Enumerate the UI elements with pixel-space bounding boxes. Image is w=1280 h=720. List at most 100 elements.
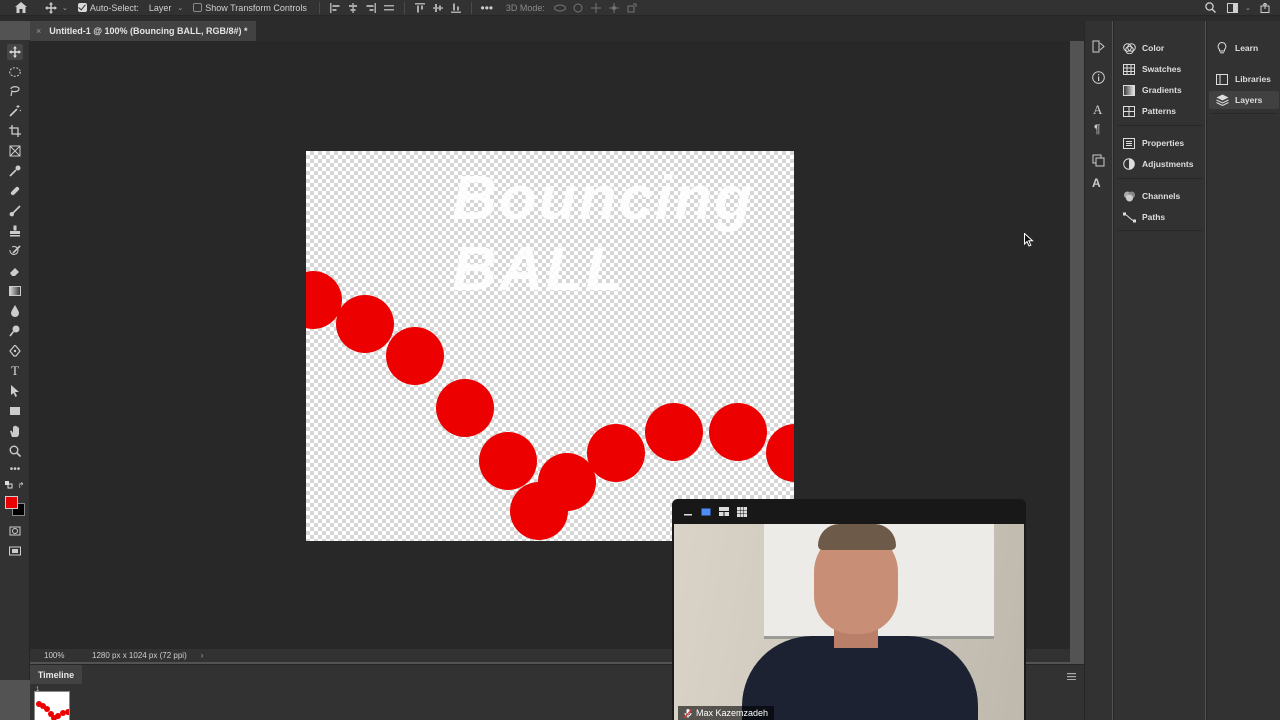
presenter-hair: [818, 524, 896, 550]
slide-3d-icon[interactable]: [605, 0, 623, 16]
learn-panel-tab[interactable]: Learn: [1215, 39, 1258, 57]
orbit-3d-icon[interactable]: [551, 0, 569, 16]
align-center-horizontal-icon[interactable]: [344, 0, 362, 16]
document-canvas[interactable]: Bouncing BALL: [306, 151, 794, 541]
video-call-window[interactable]: Max Kazemzadeh: [672, 499, 1026, 720]
gradients-panel-tab[interactable]: Gradients: [1122, 81, 1182, 99]
workspace-icon[interactable]: [1223, 0, 1241, 16]
color-wheel-icon: [1122, 41, 1136, 55]
gallery-view-icon[interactable]: [736, 506, 748, 518]
glyphs-panel-icon[interactable]: A: [1092, 176, 1101, 190]
zoom-tool-icon[interactable]: [7, 443, 23, 459]
quick-mask-icon[interactable]: [7, 523, 23, 539]
more-options-icon[interactable]: •••: [478, 0, 496, 16]
edit-toolbar-icon[interactable]: •••: [7, 461, 23, 477]
healing-brush-tool-icon[interactable]: [7, 183, 23, 199]
document-tab[interactable]: × Untitled-1 @ 100% (Bouncing BALL, RGB/…: [30, 21, 256, 41]
align-middle-icon[interactable]: [429, 0, 447, 16]
panel-group-divider: [1118, 125, 1202, 126]
timeline-tab[interactable]: Timeline: [30, 665, 82, 684]
minimize-icon[interactable]: [682, 506, 694, 518]
history-panel-icon[interactable]: [1092, 40, 1105, 56]
scale-3d-icon[interactable]: [623, 0, 641, 16]
character-panel-icon[interactable]: A: [1093, 102, 1102, 118]
brush-tool-icon[interactable]: [7, 203, 23, 219]
canvas-title-line-1: Bouncing: [452, 164, 754, 233]
history-brush-tool-icon[interactable]: [7, 243, 23, 259]
stamp-tool-icon[interactable]: [7, 223, 23, 239]
zoom-level[interactable]: 100%: [44, 651, 92, 660]
swatches-panel-tab[interactable]: Swatches: [1122, 60, 1181, 78]
patterns-grid-icon: [1122, 104, 1136, 118]
color-panel-tab[interactable]: Color: [1122, 39, 1164, 57]
show-transform-checkbox[interactable]: [193, 3, 203, 12]
crop-tool-icon[interactable]: [7, 123, 23, 139]
divider: [470, 1, 472, 14]
eraser-tool-icon[interactable]: [7, 263, 23, 279]
workspace-chevron-icon[interactable]: ⌄: [1245, 0, 1251, 16]
screen-mode-icon[interactable]: [7, 543, 23, 559]
hand-tool-icon[interactable]: [7, 423, 23, 439]
libraries-panel-label: Libraries: [1235, 74, 1271, 84]
patterns-panel-tab[interactable]: Patterns: [1122, 102, 1176, 120]
properties-panel-tab[interactable]: Properties: [1122, 134, 1184, 152]
frame-tool-icon[interactable]: [7, 143, 23, 159]
channels-panel-tab[interactable]: Channels: [1122, 187, 1180, 205]
default-colors-icon[interactable]: [4, 480, 14, 490]
show-transform-option[interactable]: Show Transform Controls: [193, 0, 307, 16]
pan-3d-icon[interactable]: [587, 0, 605, 16]
path-selection-tool-icon[interactable]: [7, 383, 23, 399]
adjustments-panel-tab[interactable]: Adjustments: [1122, 155, 1193, 173]
gradient-tool-icon[interactable]: [7, 283, 23, 299]
mouse-cursor-icon: [1024, 232, 1034, 250]
home-icon[interactable]: [12, 0, 30, 16]
auto-select-option[interactable]: Auto-Select:: [77, 0, 139, 16]
timeline-frame-thumbnail[interactable]: [34, 691, 70, 720]
eyedropper-tool-icon[interactable]: [7, 163, 23, 179]
timeline-frame-number: 1: [36, 687, 40, 693]
canvas-title-line-2: BALL: [452, 235, 626, 304]
swap-colors-icon[interactable]: ↱: [16, 480, 26, 490]
panel-menu-icon[interactable]: [1067, 671, 1076, 683]
align-bottom-icon[interactable]: [447, 0, 465, 16]
panel-column-2: Learn Libraries Layers: [1206, 21, 1280, 720]
dodge-tool-icon[interactable]: [7, 323, 23, 339]
align-right-icon[interactable]: [362, 0, 380, 16]
magic-wand-tool-icon[interactable]: [7, 103, 23, 119]
info-panel-icon[interactable]: [1092, 71, 1105, 87]
auto-select-checkbox[interactable]: [77, 3, 87, 12]
roll-3d-icon[interactable]: [569, 0, 587, 16]
speaker-view-icon[interactable]: [700, 506, 712, 518]
character-styles-icon[interactable]: [1092, 154, 1105, 170]
divider: [318, 1, 320, 14]
move-tool-icon[interactable]: [42, 0, 60, 16]
frame-thumbnail-preview: [36, 701, 69, 720]
pen-tool-icon[interactable]: [7, 343, 23, 359]
panel-group-divider: [1118, 178, 1202, 179]
layer-dropdown[interactable]: Layer ⌄: [145, 0, 187, 16]
properties-panel-label: Properties: [1142, 138, 1185, 148]
align-left-icon[interactable]: [326, 0, 344, 16]
status-menu-arrow-icon[interactable]: ›: [201, 651, 204, 660]
move-tool-icon[interactable]: [7, 44, 23, 60]
close-tab-icon[interactable]: ×: [36, 26, 41, 36]
paths-panel-tab[interactable]: Paths: [1122, 208, 1165, 226]
lasso-tool-icon[interactable]: [7, 83, 23, 99]
foreground-color-swatch[interactable]: [5, 496, 18, 509]
marquee-tool-icon[interactable]: [7, 64, 23, 80]
layers-panel-tab[interactable]: Layers: [1209, 91, 1279, 109]
tool-preset-chevron-icon[interactable]: ⌄: [62, 0, 68, 16]
search-icon[interactable]: [1201, 0, 1219, 16]
paragraph-panel-icon[interactable]: ¶: [1094, 122, 1100, 136]
rectangle-tool-icon[interactable]: [7, 403, 23, 419]
distribute-icon[interactable]: [380, 0, 398, 16]
share-icon[interactable]: [1260, 0, 1270, 16]
type-tool-icon[interactable]: T: [7, 363, 23, 379]
blur-tool-icon[interactable]: [7, 303, 23, 319]
toolbar: T ••• ↱: [0, 40, 30, 680]
strip-view-icon[interactable]: [718, 506, 730, 518]
channels-panel-label: Channels: [1142, 191, 1181, 201]
align-top-icon[interactable]: [411, 0, 429, 16]
muted-microphone-icon: [684, 708, 692, 718]
libraries-panel-tab[interactable]: Libraries: [1215, 70, 1271, 88]
